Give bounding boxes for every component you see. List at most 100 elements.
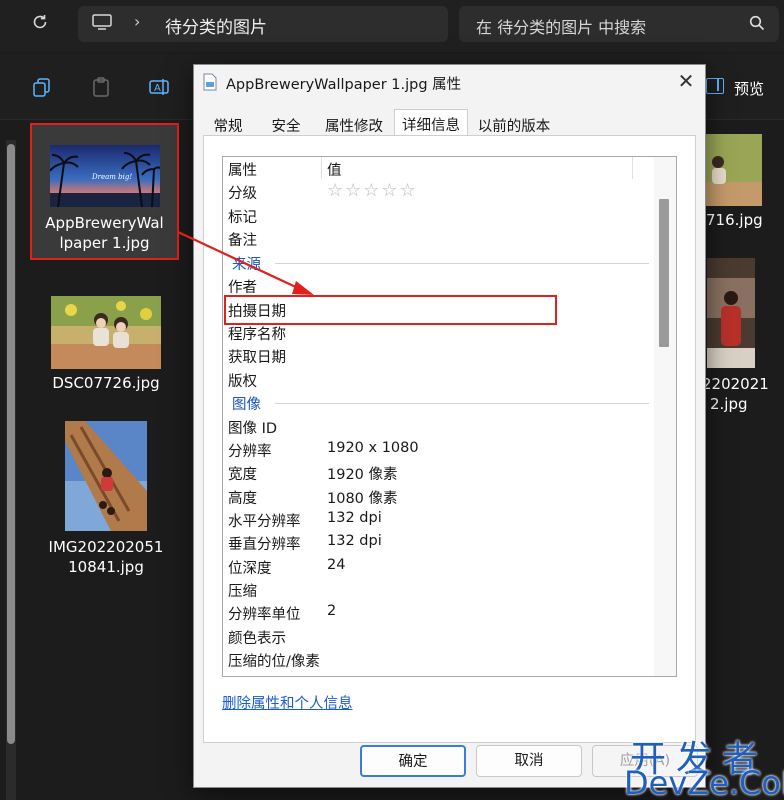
property-key: 备注 — [228, 233, 257, 249]
property-key: 位深度 — [228, 561, 272, 577]
address-path[interactable]: 待分类的图片 — [165, 13, 267, 38]
search-icon[interactable] — [749, 15, 765, 31]
property-row[interactable]: 标记 — [223, 204, 653, 227]
preview-pane-icon[interactable] — [706, 78, 724, 94]
property-value: 132 dpi — [327, 533, 382, 549]
property-key: 获取日期 — [228, 350, 286, 366]
property-row[interactable]: 分级 ☆☆☆☆☆ — [223, 180, 653, 203]
photo-thumbnail — [707, 258, 755, 368]
property-key: 作者 — [228, 280, 257, 296]
preview-button-label[interactable]: 预览 — [734, 78, 764, 99]
property-row[interactable]: 位深度 24 — [223, 555, 653, 578]
property-key: 压缩的位/像素 — [228, 654, 320, 670]
file-item[interactable]: IMG202202051 10841.jpg — [44, 421, 168, 581]
address-bar[interactable]: › 待分类的图片 — [78, 6, 448, 42]
paste-icon[interactable] — [90, 76, 112, 98]
property-key: 标记 — [228, 210, 257, 226]
file-name-line: 2.jpg — [710, 395, 748, 413]
thumbnail-caption: Dream big! — [91, 173, 132, 181]
close-icon[interactable]: ✕ — [674, 69, 698, 93]
property-row[interactable]: 颜色表示 — [223, 625, 653, 648]
dialog-title: AppBreweryWallpaper 1.jpg 属性 — [226, 77, 462, 93]
tab-security[interactable]: 安全 — [261, 111, 311, 136]
column-header-value[interactable]: 值 — [327, 159, 342, 180]
copy-icon[interactable] — [31, 76, 53, 98]
image-file-icon — [203, 73, 217, 91]
rating-stars[interactable]: ☆☆☆☆☆ — [327, 180, 418, 201]
site-watermark: 开发者 DevZe.CoM — [624, 730, 784, 800]
property-key: 颜色表示 — [228, 631, 286, 647]
search-placeholder[interactable]: 在 待分类的图片 中搜索 — [476, 14, 646, 38]
property-row[interactable]: 宽度 1920 像素 — [223, 461, 653, 484]
file-item[interactable]: 716.jpg — [700, 134, 763, 234]
file-item[interactable]: DSC07726.jpg — [40, 296, 172, 396]
photo-thumbnail — [51, 296, 161, 369]
group-label: 图像 — [232, 397, 261, 413]
file-name-line: 2202021 — [702, 375, 769, 393]
file-item[interactable]: 2202021 2.jpg — [700, 258, 769, 418]
search-box[interactable]: 在 待分类的图片 中搜索 — [459, 6, 779, 42]
dialog-title-bar[interactable]: AppBreweryWallpaper 1.jpg 属性 ✕ — [194, 65, 705, 101]
property-row[interactable]: 备注 — [223, 227, 653, 250]
file-name-line: IMG202202051 — [48, 538, 164, 556]
property-row[interactable]: 高度 1080 像素 — [223, 485, 653, 508]
property-key: 图像 ID — [228, 421, 278, 437]
svg-text:A: A — [154, 83, 161, 94]
file-name-line: AppBreweryWal — [45, 214, 164, 232]
group-label: 来源 — [232, 257, 261, 273]
details-panel: 属性 值 分级 ☆☆☆☆☆ 标记 备注 来源 作者 拍摄日期 程序名称 获取日期… — [203, 135, 696, 743]
scrollbar-thumb[interactable] — [7, 144, 15, 744]
property-list[interactable]: 属性 值 分级 ☆☆☆☆☆ 标记 备注 来源 作者 拍摄日期 程序名称 获取日期… — [222, 156, 677, 677]
tab-previous-versions[interactable]: 以前的版本 — [471, 111, 557, 136]
property-row[interactable]: 图像 ID — [223, 415, 653, 438]
property-row[interactable]: 压缩 — [223, 578, 653, 601]
property-list-scrollbar[interactable] — [654, 157, 676, 676]
list-header: 属性 值 — [223, 157, 653, 180]
file-name-line: DSC07726.jpg — [52, 374, 160, 392]
remove-properties-link[interactable]: 删除属性和个人信息 — [222, 692, 353, 713]
scrollbar-thumb[interactable] — [659, 199, 669, 347]
tab-general[interactable]: 常规 — [203, 111, 253, 136]
property-key: 分辨率单位 — [228, 607, 301, 623]
property-row[interactable]: 水平分辨率 132 dpi — [223, 508, 653, 531]
property-row[interactable]: 压缩的位/像素 — [223, 648, 653, 671]
property-row[interactable]: 分辨率单位 2 — [223, 601, 653, 624]
file-name-line: 10841.jpg — [68, 558, 144, 576]
group-divider — [275, 263, 649, 264]
column-header-property[interactable]: 属性 — [228, 159, 257, 180]
tab-property-edit[interactable]: 属性修改 — [319, 111, 389, 136]
properties-dialog: AppBreweryWallpaper 1.jpg 属性 ✕ 常规 安全 属性修… — [193, 64, 706, 788]
property-row[interactable]: 分辨率 1920 x 1080 — [223, 438, 653, 461]
tab-details[interactable]: 详细信息 — [394, 109, 468, 137]
photo-thumbnail — [700, 134, 762, 206]
file-name-line: 716.jpg — [706, 211, 763, 229]
column-divider[interactable] — [632, 157, 633, 179]
group-header-source: 来源 — [223, 251, 653, 274]
property-value: 1080 像素 — [327, 491, 398, 507]
property-row[interactable]: 版权 — [223, 368, 653, 391]
cancel-button[interactable]: 取消 — [476, 745, 582, 777]
property-row[interactable]: 获取日期 — [223, 344, 653, 367]
file-name-line: lpaper 1.jpg — [59, 234, 150, 252]
ok-button[interactable]: 确定 — [360, 745, 466, 777]
property-value: 132 dpi — [327, 510, 382, 526]
refresh-icon[interactable] — [28, 12, 52, 36]
property-value: 1920 x 1080 — [327, 440, 419, 456]
chevron-right-icon[interactable]: › — [134, 12, 140, 31]
property-row[interactable]: 作者 — [223, 274, 653, 297]
property-row[interactable]: 垂直分辨率 132 dpi — [223, 531, 653, 554]
highlight-box — [224, 295, 557, 325]
property-key: 高度 — [228, 491, 257, 507]
wallpaper-thumbnail: Dream big! — [49, 145, 160, 207]
column-divider[interactable] — [321, 157, 322, 179]
scrollbar[interactable] — [6, 140, 16, 800]
watermark-text: DevZe.CoM — [624, 764, 784, 800]
property-key: 水平分辨率 — [228, 514, 301, 530]
file-item-selected[interactable]: Dream big! AppBreweryWal lpaper 1.jpg — [30, 123, 179, 260]
property-value: 24 — [327, 557, 346, 573]
this-pc-icon — [92, 14, 112, 30]
rename-icon[interactable]: A — [148, 76, 170, 98]
property-key: 分级 — [228, 186, 257, 202]
property-key: 垂直分辨率 — [228, 537, 301, 553]
property-key: 程序名称 — [228, 327, 286, 343]
